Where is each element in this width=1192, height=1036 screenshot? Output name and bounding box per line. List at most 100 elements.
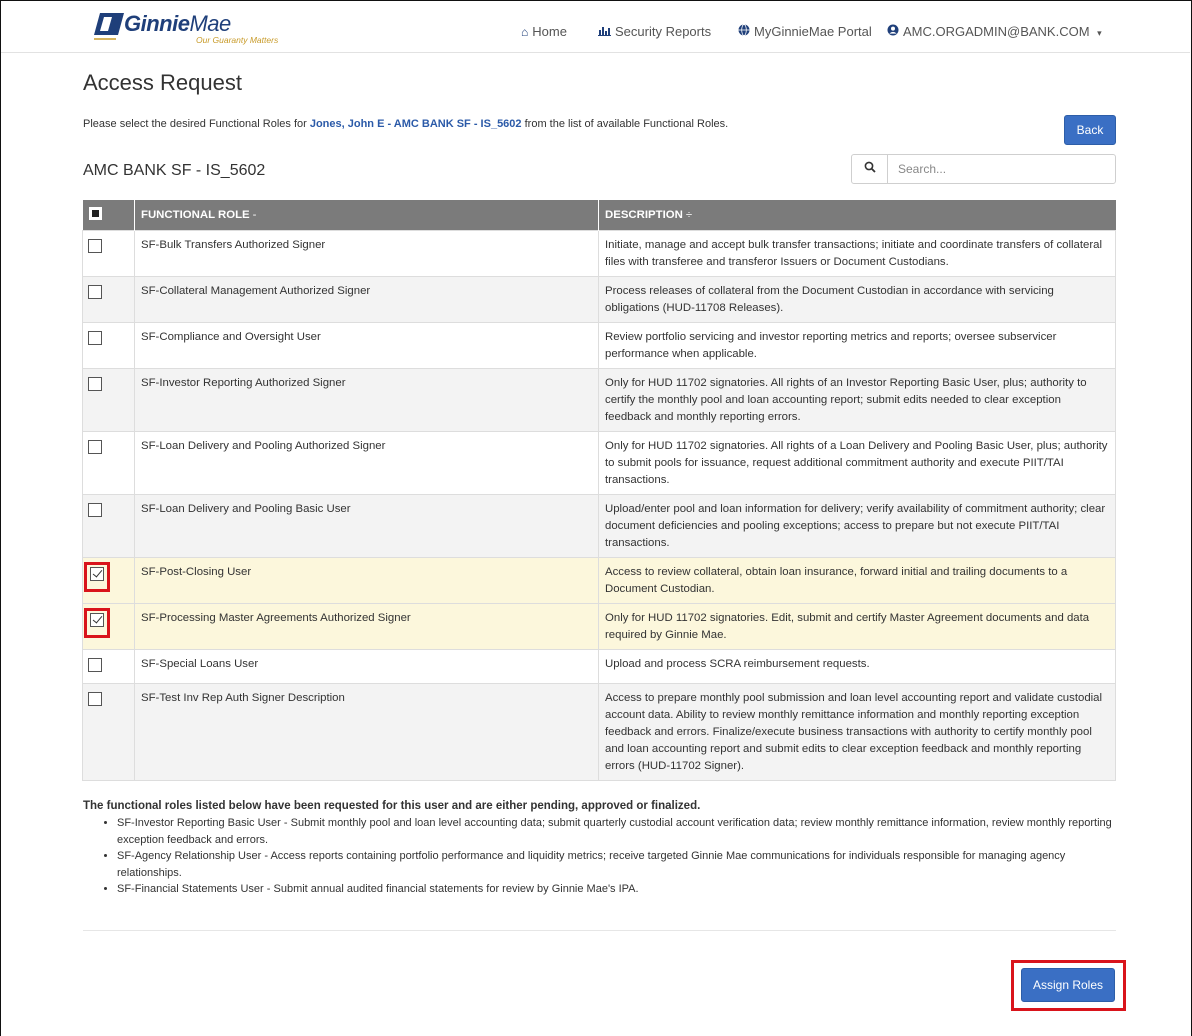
sort-icon: ÷ bbox=[685, 208, 693, 221]
nav-home-label: Home bbox=[532, 24, 567, 39]
checkbox-cell bbox=[82, 556, 135, 603]
requested-roles-notes: The functional roles listed below have b… bbox=[83, 800, 1123, 898]
role-description: Process releases of collateral from the … bbox=[598, 275, 1116, 322]
selected-user-link[interactable]: Jones, John E - AMC BANK SF - IS_5602 bbox=[310, 118, 522, 130]
instruction-suffix: from the list of available Functional Ro… bbox=[521, 118, 729, 130]
role-name: SF-Investor Reporting Authorized Signer bbox=[134, 367, 599, 431]
table-row[interactable]: SF-Special Loans User Upload and process … bbox=[82, 648, 1116, 683]
table-row[interactable]: SF-Processing Master Agreements Authoriz… bbox=[82, 602, 1116, 649]
sort-icon: - bbox=[252, 208, 257, 221]
search-input[interactable] bbox=[896, 159, 1106, 179]
role-checkbox[interactable] bbox=[88, 691, 102, 706]
nav-portal-label: MyGinnieMae Portal bbox=[754, 24, 872, 39]
table-row[interactable]: SF-Collateral Management Authorized Sign… bbox=[82, 275, 1116, 322]
role-description: Only for HUD 11702 signatories. All righ… bbox=[598, 430, 1116, 494]
role-checkbox[interactable] bbox=[88, 502, 102, 517]
role-checkbox[interactable] bbox=[90, 612, 104, 627]
bar-chart-icon bbox=[598, 25, 611, 39]
table-row[interactable]: SF-Compliance and Oversight User Review p… bbox=[82, 321, 1116, 368]
assign-roles-button[interactable]: Assign Roles bbox=[1021, 968, 1115, 1002]
notes-heading: The functional roles listed below have b… bbox=[83, 800, 701, 812]
checkbox-cell bbox=[82, 321, 135, 368]
role-description: Access to review collateral, obtain loan… bbox=[598, 556, 1116, 603]
instruction-prefix: Please select the desired Functional Rol… bbox=[83, 118, 310, 130]
checkbox-wrapper bbox=[88, 691, 102, 709]
checkbox-cell bbox=[82, 648, 135, 683]
role-name: SF-Collateral Management Authorized Sign… bbox=[134, 275, 599, 322]
organization-name: AMC BANK SF - IS_5602 bbox=[83, 162, 266, 179]
nav-portal[interactable]: MyGinnieMae Portal bbox=[738, 24, 872, 39]
table-row[interactable]: SF-Loan Delivery and Pooling Basic User U… bbox=[82, 493, 1116, 557]
list-item: SF-Investor Reporting Basic User - Submi… bbox=[117, 815, 1123, 848]
search-box bbox=[851, 154, 1116, 184]
role-name: SF-Special Loans User bbox=[134, 648, 599, 683]
select-all-checkbox[interactable] bbox=[88, 206, 102, 220]
table-row[interactable]: SF-Investor Reporting Authorized Signer O… bbox=[82, 367, 1116, 431]
role-description: Upload/enter pool and loan information f… bbox=[598, 493, 1116, 557]
search-icon[interactable] bbox=[852, 155, 888, 183]
page-title: Access Request bbox=[83, 70, 242, 95]
highlighted-checkbox bbox=[84, 607, 110, 638]
nav-home[interactable]: ⌂ Home bbox=[521, 24, 567, 39]
select-all-header bbox=[82, 200, 135, 230]
role-description: Initiate, manage and accept bulk transfe… bbox=[598, 229, 1116, 276]
table-row[interactable]: SF-Loan Delivery and Pooling Authorized … bbox=[82, 430, 1116, 494]
role-name: SF-Bulk Transfers Authorized Signer bbox=[134, 229, 599, 276]
home-icon: ⌂ bbox=[521, 25, 529, 39]
user-circle-icon bbox=[887, 24, 899, 39]
checkbox-wrapper bbox=[88, 439, 102, 457]
ginnie-mae-logo[interactable]: GinnieMae Our Guaranty Matters bbox=[94, 9, 294, 49]
role-checkbox[interactable] bbox=[88, 238, 102, 253]
user-email: AMC.ORGADMIN@BANK.COM bbox=[903, 24, 1090, 39]
list-item: SF-Agency Relationship User - Access rep… bbox=[117, 848, 1123, 881]
role-checkbox[interactable] bbox=[88, 330, 102, 345]
checkbox-cell bbox=[82, 682, 135, 781]
highlighted-checkbox bbox=[84, 561, 110, 592]
checkbox-wrapper bbox=[88, 502, 102, 520]
checkbox-cell bbox=[82, 367, 135, 431]
checkbox-cell bbox=[82, 430, 135, 494]
table-row[interactable]: SF-Test Inv Rep Auth Signer Description A… bbox=[82, 682, 1116, 781]
role-description: Review portfolio servicing and investor … bbox=[598, 321, 1116, 368]
role-checkbox[interactable] bbox=[88, 376, 102, 391]
table-row[interactable]: SF-Bulk Transfers Authorized Signer Initi… bbox=[82, 229, 1116, 276]
list-item: SF-Financial Statements User - Submit an… bbox=[117, 881, 1123, 898]
requested-roles-list: SF-Investor Reporting Basic User - Submi… bbox=[83, 815, 1123, 898]
role-checkbox[interactable] bbox=[88, 657, 102, 672]
role-name: SF-Loan Delivery and Pooling Basic User bbox=[134, 493, 599, 557]
checkbox-cell bbox=[82, 493, 135, 557]
caret-down-icon: ▾ bbox=[1097, 28, 1102, 38]
instruction-text: Please select the desired Functional Rol… bbox=[83, 118, 728, 130]
checkbox-cell bbox=[82, 229, 135, 276]
logo-mark-icon bbox=[94, 13, 124, 40]
checkbox-cell bbox=[82, 602, 135, 649]
functional-role-header[interactable]: FUNCTIONAL ROLE - bbox=[134, 200, 599, 230]
checkbox-cell bbox=[82, 275, 135, 322]
back-button[interactable]: Back bbox=[1064, 115, 1116, 145]
role-description: Only for HUD 11702 signatories. Edit, su… bbox=[598, 602, 1116, 649]
divider bbox=[83, 930, 1116, 931]
checkbox-wrapper bbox=[88, 330, 102, 348]
top-navbar: GinnieMae Our Guaranty Matters ⌂ Home Sec… bbox=[1, 1, 1190, 53]
role-description: Only for HUD 11702 signatories. All righ… bbox=[598, 367, 1116, 431]
role-name: SF-Test Inv Rep Auth Signer Description bbox=[134, 682, 599, 781]
role-name: SF-Processing Master Agreements Authoriz… bbox=[134, 602, 599, 649]
role-description: Upload and process SCRA reimbursement re… bbox=[598, 648, 1116, 683]
role-name: SF-Compliance and Oversight User bbox=[134, 321, 599, 368]
role-name: SF-Post-Closing User bbox=[134, 556, 599, 603]
description-header[interactable]: DESCRIPTION ÷ bbox=[598, 200, 1116, 230]
nav-security-reports[interactable]: Security Reports bbox=[598, 24, 711, 39]
role-description: Access to prepare monthly pool submissio… bbox=[598, 682, 1116, 781]
globe-icon bbox=[738, 24, 750, 39]
nav-reports-label: Security Reports bbox=[615, 24, 712, 39]
role-name: SF-Loan Delivery and Pooling Authorized … bbox=[134, 430, 599, 494]
role-checkbox[interactable] bbox=[90, 566, 104, 581]
logo-wordmark: GinnieMae bbox=[124, 11, 231, 36]
user-menu[interactable]: AMC.ORGADMIN@BANK.COM ▾ bbox=[887, 24, 1102, 39]
checkbox-wrapper bbox=[88, 284, 102, 302]
checkbox-wrapper bbox=[88, 238, 102, 256]
table-row[interactable]: SF-Post-Closing User Access to review col… bbox=[82, 556, 1116, 603]
checkbox-wrapper bbox=[88, 376, 102, 394]
role-checkbox[interactable] bbox=[88, 284, 102, 299]
role-checkbox[interactable] bbox=[88, 439, 102, 454]
